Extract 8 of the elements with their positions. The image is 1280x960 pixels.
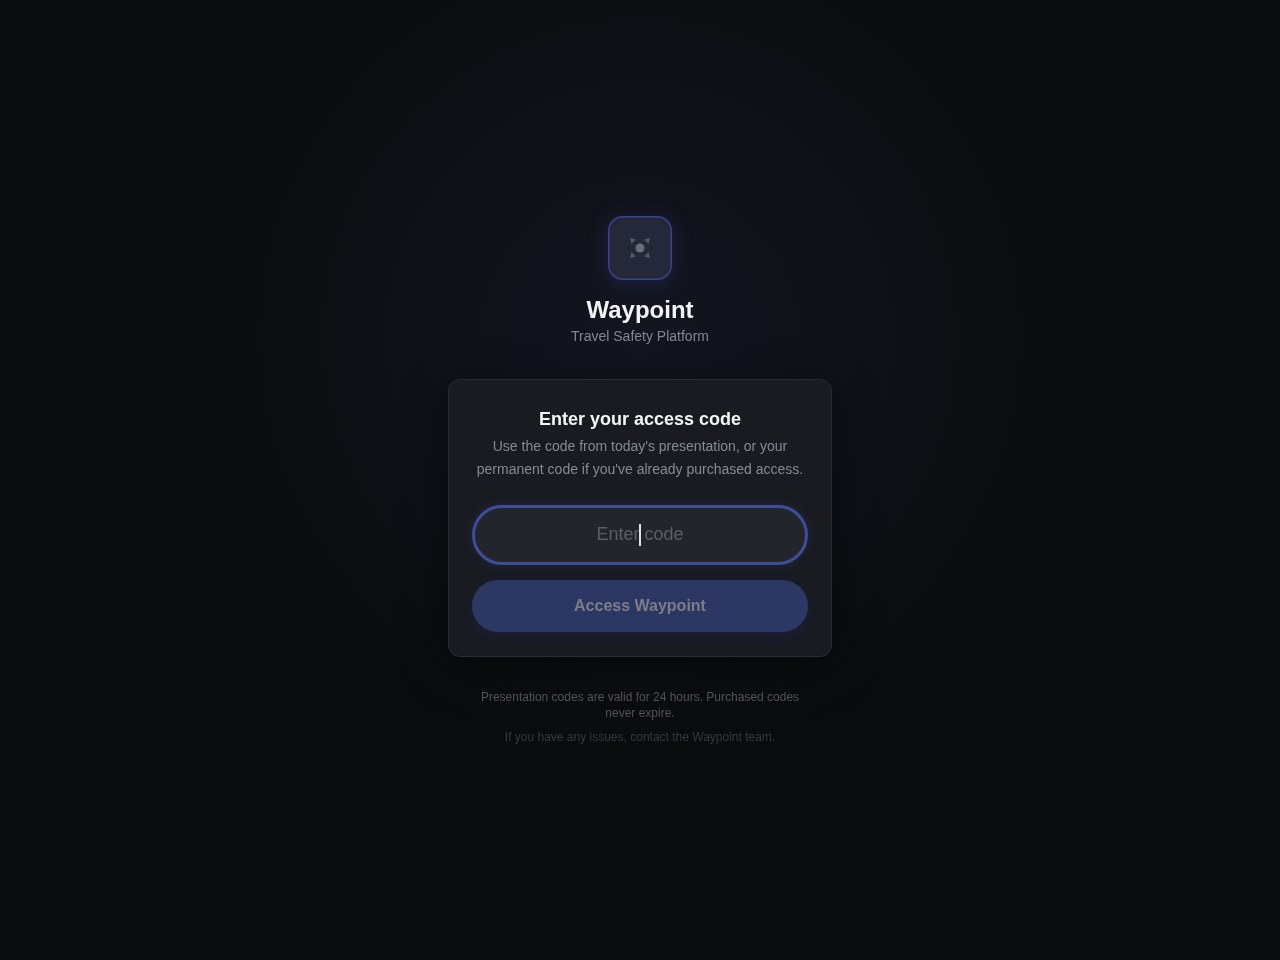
card-title: Enter your access code	[537, 407, 743, 431]
logo-icon	[608, 215, 672, 280]
app-title: Waypoint	[586, 295, 694, 324]
card-description: Use the code from today's presentation, or your permanent code if you've already purchased access.	[475, 436, 805, 479]
code-input-field[interactable]: Enter code	[472, 504, 808, 565]
validity-note: Presentation codes are valid for 24 hours. Purchased codes never expire.	[479, 688, 801, 721]
app-tagline: Travel Safety Platform	[571, 326, 709, 346]
text-cursor	[639, 523, 641, 546]
